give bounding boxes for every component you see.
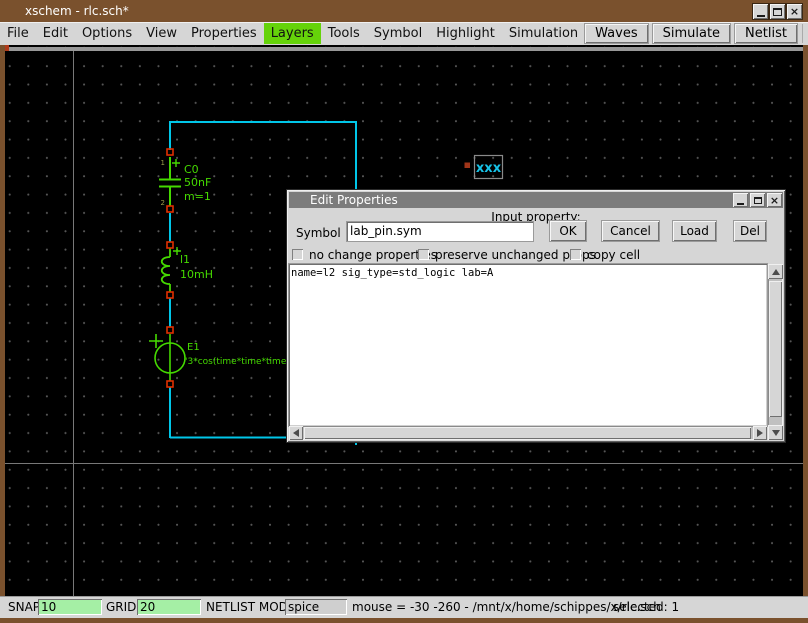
menu-layers[interactable]: Layers: [264, 23, 321, 44]
menu-help[interactable]: Help: [802, 24, 808, 43]
menu-simulation[interactable]: Simulation: [502, 23, 585, 44]
inductor-l1[interactable]: l1 10mH: [162, 242, 213, 298]
pin-marker: [167, 242, 173, 248]
component-param: m=1: [184, 190, 211, 203]
statusbar: SNAP: 10 GRID: 20 NETLIST MODE: spice mo…: [0, 596, 808, 618]
scroll-down-icon[interactable]: [768, 425, 783, 440]
netlist-button[interactable]: Netlist: [735, 24, 797, 43]
no-change-properties-checkbox[interactable]: [292, 249, 303, 260]
source-e1[interactable]: E1 '3*cos(time*time*time*: [149, 327, 291, 387]
preserve-unchanged-props-checkbox[interactable]: [418, 249, 429, 260]
vertical-scrollbar[interactable]: [768, 264, 783, 440]
menu-tools[interactable]: Tools: [321, 23, 367, 44]
page-edge-line: [5, 47, 803, 51]
property-textarea[interactable]: name=l2 sig_type=std_logic lab=A: [289, 264, 767, 426]
menubar: File Edit Options View Properties Layers…: [0, 22, 808, 45]
pin-number: 1: [161, 159, 165, 167]
maximize-icon[interactable]: [770, 4, 785, 19]
dialog-controls: ×: [733, 193, 782, 207]
symbol-input[interactable]: lab_pin.sym: [347, 222, 533, 241]
pin-marker: [167, 327, 173, 333]
horizontal-scrollbar[interactable]: [289, 426, 767, 440]
del-button[interactable]: Del: [734, 221, 766, 241]
horizontal-scrollbar-thumb[interactable]: [304, 427, 751, 439]
pin-marker: [167, 381, 173, 387]
component-name: C0: [184, 163, 199, 176]
menu-symbol[interactable]: Symbol: [367, 23, 429, 44]
capacitor-c0[interactable]: 1 2 C0 50nF m=1: [159, 149, 211, 212]
menu-view[interactable]: View: [139, 23, 184, 44]
load-button[interactable]: Load: [673, 221, 716, 241]
grid-input[interactable]: 20: [137, 599, 201, 615]
component-value: 50nF: [184, 176, 211, 189]
titlebar[interactable]: xschem - rlc.sch* ×: [0, 0, 808, 22]
edit-properties-dialog: Edit Properties × Input property: Symbol…: [287, 190, 785, 442]
polarity-plus-icon: [172, 159, 180, 167]
selected-count: selected: 1: [613, 600, 679, 614]
dialog-minimize-icon[interactable]: [733, 193, 748, 207]
origin-marker: [5, 45, 9, 51]
dialog-titlebar[interactable]: Edit Properties ×: [289, 192, 783, 208]
netlist-mode-input[interactable]: spice: [285, 599, 347, 615]
menu-highlight[interactable]: Highlight: [429, 23, 502, 44]
simulate-button[interactable]: Simulate: [653, 24, 730, 43]
copy-cell-checkbox[interactable]: [570, 249, 581, 260]
dialog-close-icon[interactable]: ×: [767, 193, 782, 207]
grid-label: GRID:: [106, 600, 140, 614]
snap-input[interactable]: 10: [38, 599, 102, 615]
net-label-xxx[interactable]: xxx: [465, 156, 503, 179]
window-title: xschem - rlc.sch*: [25, 4, 129, 18]
component-value: 10mH: [180, 268, 213, 281]
menu-file[interactable]: File: [0, 23, 36, 44]
close-icon[interactable]: ×: [787, 4, 802, 19]
minimize-icon[interactable]: [753, 4, 768, 19]
ok-button[interactable]: OK: [550, 221, 586, 241]
pin-marker: [167, 206, 173, 212]
waves-button[interactable]: Waves: [585, 24, 647, 43]
pin-marker: [465, 163, 471, 169]
pin-marker: [167, 292, 173, 298]
menubar-buttons: Waves Simulate Netlist Help: [585, 24, 808, 43]
symbol-label: Symbol: [296, 226, 341, 240]
menu-properties[interactable]: Properties: [184, 23, 264, 44]
menu-options[interactable]: Options: [75, 23, 139, 44]
component-name: E1: [187, 342, 200, 353]
dialog-title: Edit Properties: [310, 193, 398, 207]
dialog-maximize-icon[interactable]: [750, 193, 765, 207]
copy-cell-label: copy cell: [587, 248, 640, 262]
scroll-left-icon[interactable]: [289, 426, 303, 440]
menu-edit[interactable]: Edit: [36, 23, 75, 44]
window-controls: ×: [753, 4, 802, 19]
xschem-window: xschem - rlc.sch* × File Edit Options Vi…: [0, 0, 808, 623]
pin-number: 2: [161, 199, 165, 207]
net-label-text: xxx: [476, 161, 502, 176]
component-name: l1: [180, 253, 190, 266]
scroll-right-icon[interactable]: [753, 426, 767, 440]
vertical-scrollbar-thumb[interactable]: [769, 281, 782, 417]
cancel-button[interactable]: Cancel: [602, 221, 659, 241]
scroll-up-icon[interactable]: [768, 264, 783, 279]
component-value: '3*cos(time*time*time*: [185, 357, 291, 367]
